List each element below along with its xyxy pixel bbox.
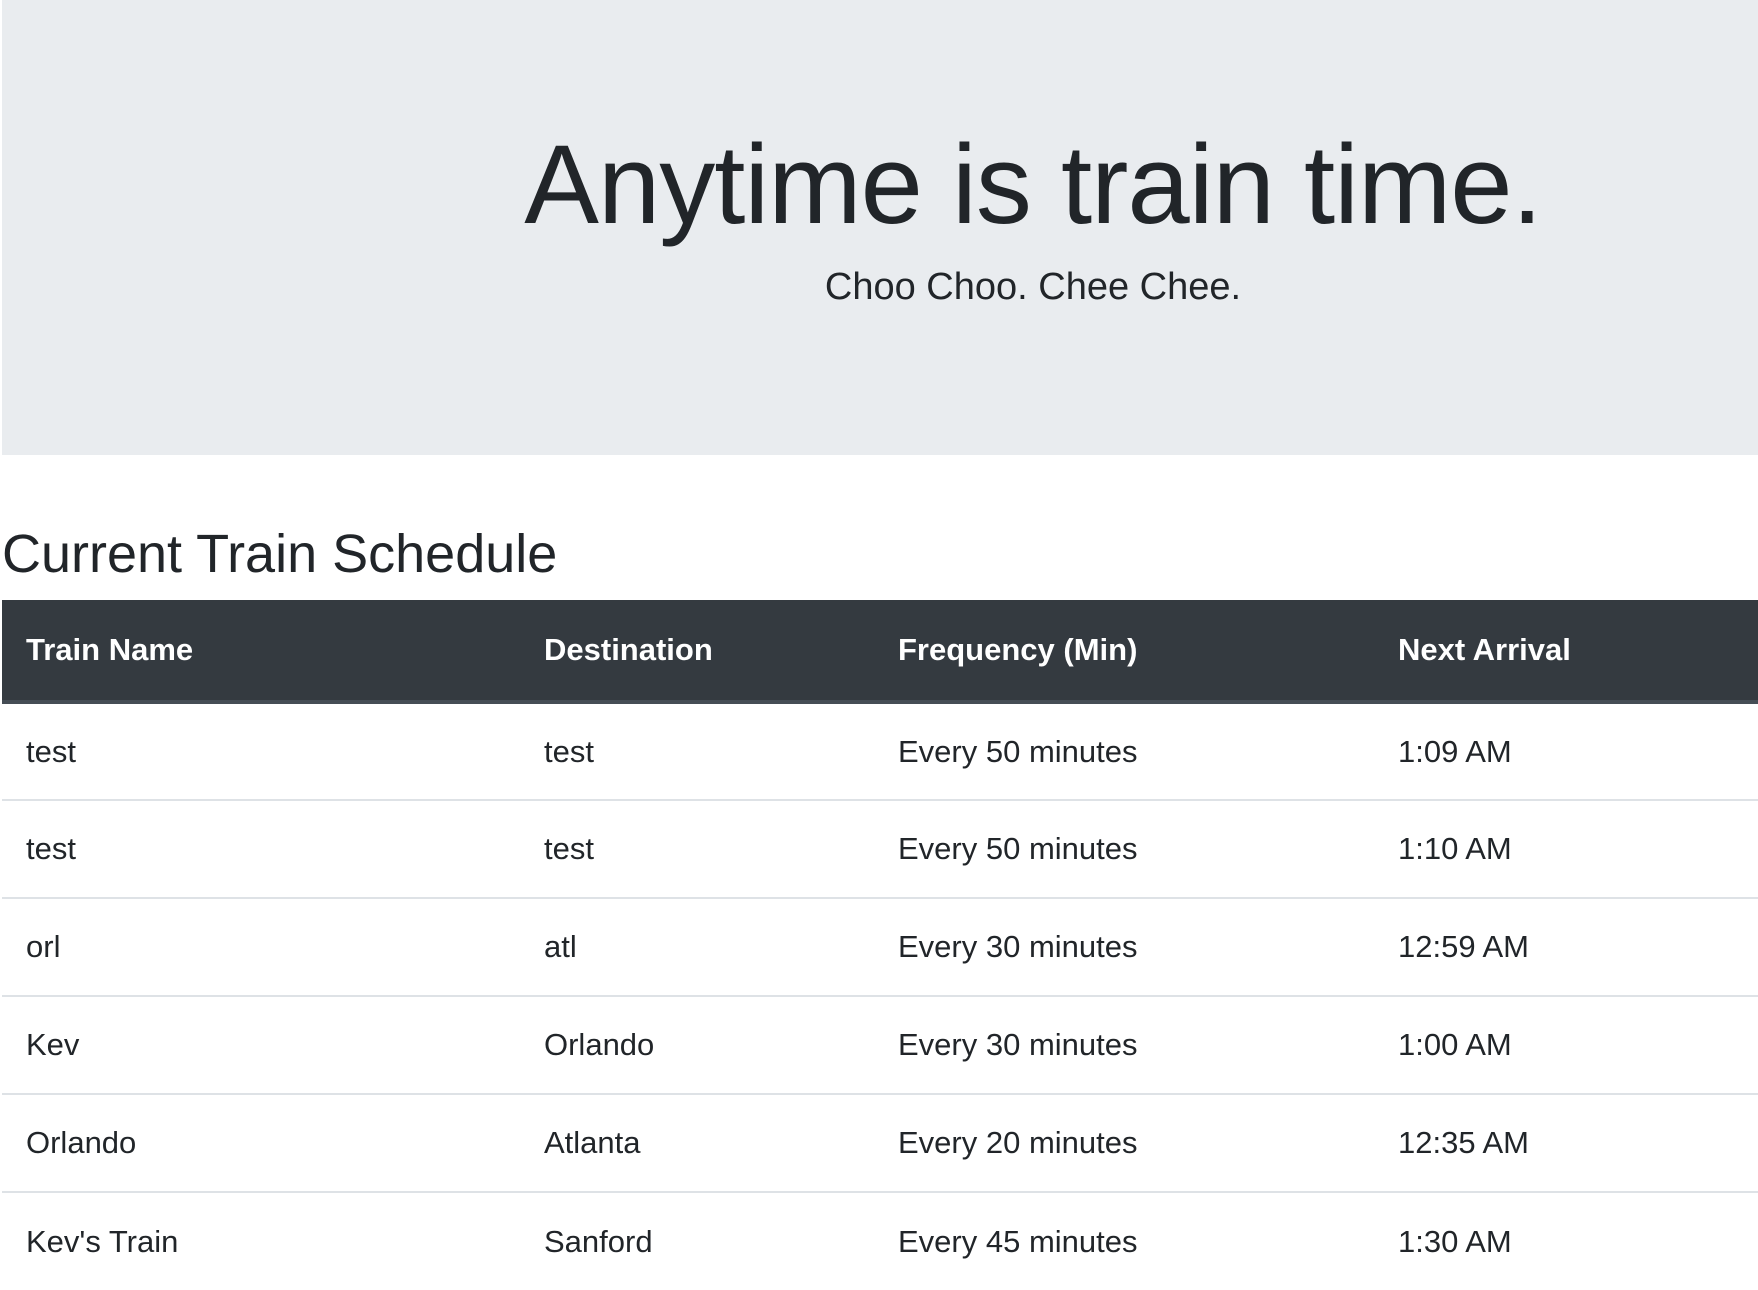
cell-frequency: Every 20 minutes xyxy=(874,1094,1374,1193)
column-header-train-name: Train Name xyxy=(2,600,520,704)
table-row: Kev's Train Sanford Every 45 minutes 1:3… xyxy=(2,1192,1758,1290)
column-header-next-arrival: Next Arrival xyxy=(1374,600,1758,704)
cell-train-name: test xyxy=(2,702,520,801)
table-header-row: Train Name Destination Frequency (Min) N… xyxy=(2,600,1758,704)
table-row: Orlando Atlanta Every 20 minutes 12:35 A… xyxy=(2,1094,1758,1193)
cell-train-name: test xyxy=(2,800,520,899)
cell-destination: test xyxy=(520,702,874,801)
cell-train-name: Orlando xyxy=(2,1094,520,1193)
cell-frequency: Every 30 minutes xyxy=(874,898,1374,997)
table-row: test test Every 50 minutes 1:09 AM xyxy=(2,702,1758,801)
cell-destination: Sanford xyxy=(544,1223,653,1259)
cell-frequency: Every 45 minutes xyxy=(898,1223,1138,1259)
cell-next-arrival: 1:10 AM xyxy=(1374,800,1758,899)
cell-frequency: Every 30 minutes xyxy=(874,996,1374,1095)
cell-train-name: Kev xyxy=(2,996,520,1095)
column-header-frequency: Frequency (Min) xyxy=(874,600,1374,704)
cell-destination: test xyxy=(520,800,874,899)
train-schedule-table: Train Name Destination Frequency (Min) N… xyxy=(2,600,1758,1290)
cell-train-name: orl xyxy=(2,898,520,997)
cell-frequency: Every 50 minutes xyxy=(874,800,1374,899)
cell-next-arrival: 12:35 AM xyxy=(1374,1094,1758,1193)
cell-next-arrival: 1:00 AM xyxy=(1374,996,1758,1095)
schedule-title: Current Train Schedule xyxy=(2,524,558,584)
cell-destination: Atlanta xyxy=(520,1094,874,1193)
cell-next-arrival: 1:30 AM xyxy=(1398,1223,1512,1259)
table-row: orl atl Every 30 minutes 12:59 AM xyxy=(2,898,1758,997)
table-row: Kev Orlando Every 30 minutes 1:00 AM xyxy=(2,996,1758,1095)
hero-title: Anytime is train time. xyxy=(524,122,1542,247)
cell-destination: atl xyxy=(520,898,874,997)
cell-next-arrival: 1:09 AM xyxy=(1374,702,1758,801)
column-header-destination: Destination xyxy=(520,600,874,704)
cell-destination: Orlando xyxy=(520,996,874,1095)
cell-train-name: Kev's Train xyxy=(26,1223,179,1259)
hero-subtitle: Choo Choo. Chee Chee. xyxy=(824,266,1242,308)
cell-next-arrival: 12:59 AM xyxy=(1374,898,1758,997)
cell-frequency: Every 50 minutes xyxy=(874,702,1374,801)
table-row: test test Every 50 minutes 1:10 AM xyxy=(2,800,1758,899)
